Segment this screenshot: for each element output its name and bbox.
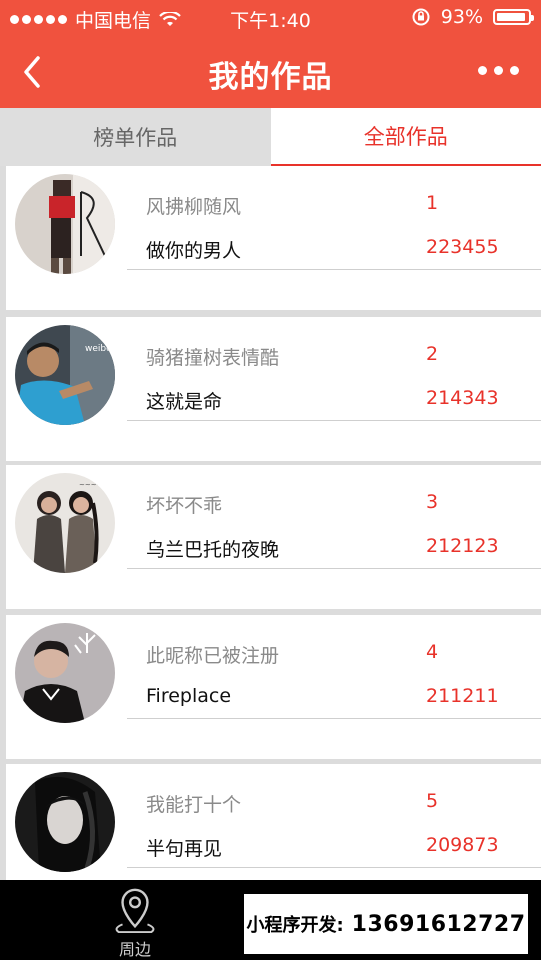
divider <box>127 269 541 270</box>
nickname: 骑猪撞树表情酷 <box>146 347 280 369</box>
svg-text:~~~~: ~~~~ <box>79 481 103 489</box>
location-pin-icon <box>115 888 155 934</box>
song-title: 这就是命 <box>146 391 223 413</box>
promo-label: 小程序开发: <box>246 915 344 936</box>
divider <box>127 420 541 421</box>
list-item[interactable]: 风拂柳随风 1 做你的男人 223455 <box>6 166 541 310</box>
battery-percent: 93% <box>440 6 483 28</box>
status-bar: 中国电信 下午1:40 93% <box>0 0 541 36</box>
rank-number: 2 <box>426 343 439 365</box>
tab-all-works[interactable]: 全部作品 <box>270 108 541 166</box>
list-item[interactable]: weibo 骑猪撞树表情酷 2 这就是命 214343 <box>6 317 541 461</box>
list-item[interactable]: 我能打十个 5 半句再见 209873 <box>6 764 541 880</box>
svg-text:weibo: weibo <box>85 344 112 354</box>
top-bar: 中国电信 下午1:40 93% 我的作品 <box>0 0 541 108</box>
score: 223455 <box>426 236 499 258</box>
nickname: 风拂柳随风 <box>146 196 242 218</box>
avatar: ~~~~ <box>15 473 115 573</box>
rank-number: 1 <box>426 192 439 214</box>
bottom-tab-nearby-label: 周边 <box>118 940 151 959</box>
divider <box>127 718 541 719</box>
score: 211211 <box>426 685 499 707</box>
bottom-tab-nearby[interactable]: 周边 <box>75 880 195 960</box>
promo-phone: 13691612727 <box>351 911 526 937</box>
nickname: 此昵称已被注册 <box>146 645 280 667</box>
nickname: 我能打十个 <box>146 794 242 816</box>
rank-number: 5 <box>426 790 439 812</box>
divider <box>127 867 541 868</box>
battery-icon <box>493 9 534 25</box>
promo-banner: 小程序开发: 13691612727 <box>244 894 528 954</box>
avatar <box>15 174 115 274</box>
score: 214343 <box>426 387 499 409</box>
list-item[interactable]: ~~~~ 坏坏不乖 3 乌兰巴托的夜晚 212123 <box>6 465 541 609</box>
status-right: 93% <box>411 6 534 28</box>
list-item[interactable]: 此昵称已被注册 4 Fireplace 211211 <box>6 615 541 759</box>
nav-bar: 我的作品 <box>0 36 541 108</box>
rank-number: 4 <box>426 641 439 663</box>
score: 212123 <box>426 535 499 557</box>
song-title: 半句再见 <box>146 838 223 860</box>
avatar <box>15 623 115 723</box>
tab-ranking-works[interactable]: 榜单作品 <box>0 108 271 166</box>
avatar <box>15 772 115 872</box>
song-title: 做你的男人 <box>146 240 242 262</box>
works-list: 风拂柳随风 1 做你的男人 223455 weibo 骑猪撞树表情酷 2 这就是… <box>0 166 541 880</box>
song-title: 乌兰巴托的夜晚 <box>146 539 280 561</box>
song-title: Fireplace <box>146 685 232 707</box>
tab-bar: 榜单作品 全部作品 <box>0 108 541 166</box>
nickname: 坏坏不乖 <box>146 495 223 517</box>
rotation-lock-icon <box>412 8 430 26</box>
avatar: weibo <box>15 325 115 425</box>
page-title: 我的作品 <box>208 60 333 95</box>
score: 209873 <box>426 834 499 856</box>
divider <box>127 568 541 569</box>
more-dots-icon[interactable] <box>478 66 519 75</box>
rank-number: 3 <box>426 491 439 513</box>
